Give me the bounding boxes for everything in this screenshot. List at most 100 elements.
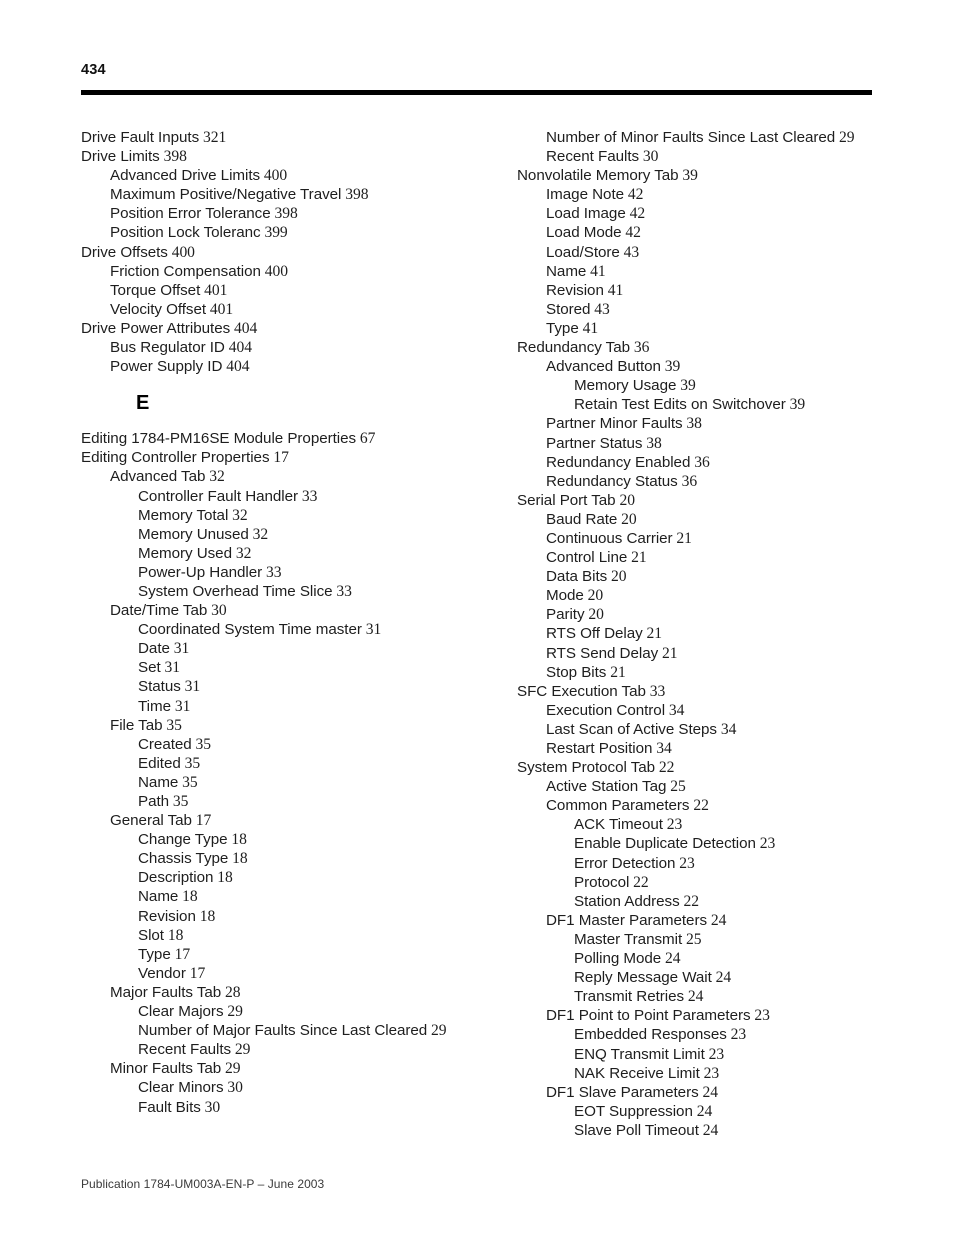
index-entry-label: Clear Minors	[138, 1079, 224, 1097]
index-entry-page: 35	[162, 716, 182, 734]
index-entry-page: 41	[586, 262, 606, 280]
index-entry-label: Position Lock Toleranc	[110, 224, 261, 242]
index-entry: Memory Usage 39	[517, 376, 917, 395]
index-entry: Maximum Positive/Negative Travel 398	[81, 185, 481, 204]
index-entry: Change Type 18	[81, 830, 481, 849]
index-entry-label: ACK Timeout	[574, 816, 663, 834]
index-entry-page: 39	[676, 377, 696, 395]
index-entry-label: Edited	[138, 754, 181, 772]
index-entry-label: Continuous Carrier	[546, 529, 673, 547]
index-entry-label: Serial Port Tab	[517, 491, 616, 509]
section-letter-heading: E	[136, 392, 150, 415]
index-entry: Date/Time Tab 30	[81, 601, 481, 620]
index-entry-page: 31	[169, 640, 190, 658]
index-entry-page: 23	[662, 816, 683, 834]
index-entry-page: 30	[207, 602, 227, 620]
index-entry: Editing Controller Properties 17	[81, 448, 481, 467]
index-entry-page: 35	[191, 735, 212, 753]
index-entry-label: ENQ Transmit Limit	[574, 1045, 705, 1063]
index-entry-label: Redundancy Tab	[517, 339, 631, 357]
index-entry: Execution Control 34	[517, 701, 917, 720]
index-entry: File Tab 35	[81, 716, 481, 735]
index-entry: Controller Fault Handler 33	[81, 487, 481, 506]
index-entry-label: Station Address	[574, 892, 680, 910]
index-entry: Control Line 21	[517, 548, 917, 567]
index-column-right: Number of Minor Faults Since Last Cleare…	[517, 128, 917, 1140]
index-entry-page: 24	[707, 911, 727, 929]
index-entry-label: Stored	[546, 300, 591, 318]
index-entry-page: 18	[213, 869, 233, 887]
index-entry-label: Slot	[138, 926, 164, 944]
index-entry-label: Minor Faults Tab	[110, 1060, 222, 1078]
index-entry-page: 23	[704, 1045, 725, 1063]
index-entry-page: 18	[228, 850, 248, 868]
index-entry: Name 41	[517, 262, 917, 281]
index-entry: Baud Rate 20	[517, 510, 917, 529]
index-entry: Type 17	[81, 945, 481, 964]
index-entry-page: 18	[163, 926, 184, 944]
index-entry-label: Name	[138, 888, 179, 906]
index-entry-page: 30	[223, 1079, 243, 1097]
index-entry: Embedded Responses 23	[517, 1025, 917, 1044]
index-entry-page: 22	[679, 892, 699, 910]
index-entry-label: Last Scan of Active Steps	[546, 720, 717, 738]
index-entry: Name 35	[81, 773, 481, 792]
index-entry: Power Supply ID 404	[81, 357, 481, 376]
index-entry-label: Drive Power Attributes	[81, 319, 231, 337]
index-entry-page: 33	[298, 487, 318, 505]
index-entry: RTS Off Delay 21	[517, 624, 917, 643]
index-entry-label: Power-Up Handler	[138, 563, 263, 581]
index-entry-label: Friction Compensation	[110, 262, 261, 280]
index-entry: Drive Power Attributes 404	[81, 319, 481, 338]
index-entry-label: Position Error Tolerance	[110, 205, 271, 223]
index-entry-page: 33	[645, 682, 666, 700]
index-entry: Stop Bits 21	[517, 663, 917, 682]
index-entry-label: Vendor	[138, 964, 186, 982]
index-entry: Redundancy Status 36	[517, 472, 917, 491]
index-entry-label: Power Supply ID	[110, 358, 223, 376]
index-entry-label: Slave Poll Timeout	[574, 1121, 699, 1139]
index-entry-label: Parity	[546, 606, 585, 624]
index-entry: Drive Offsets 400	[81, 243, 481, 262]
index-entry-label: SFC Execution Tab	[517, 682, 646, 700]
index-entry-group-d: Drive Fault Inputs 321 Drive Limits 398 Ad…	[81, 128, 481, 376]
index-entry-page: 23	[750, 1007, 770, 1025]
index-entry: Revision 18	[81, 907, 481, 926]
index-entry-label: NAK Receive Limit	[574, 1064, 700, 1082]
index-entry-label: DF1 Master Parameters	[546, 911, 707, 929]
index-entry-label: Memory Usage	[574, 377, 677, 395]
index-entry-label: Revision	[546, 281, 604, 299]
index-entry-page: 31	[180, 678, 201, 696]
index-entry-page: 32	[205, 468, 225, 486]
index-entry-label: Type	[138, 945, 171, 963]
index-entry-page: 41	[603, 281, 624, 299]
index-entry-label: Date	[138, 640, 170, 658]
index-entry-label: Type	[546, 319, 579, 337]
index-entry-label: Polling Mode	[574, 950, 662, 968]
index-entry-label: Maximum Positive/Negative Travel	[110, 186, 342, 204]
index-entry-label: Protocol	[574, 873, 630, 891]
index-entry-label: Transmit Retries	[574, 988, 685, 1006]
index-entry: ENQ Transmit Limit 23	[517, 1045, 917, 1064]
index-entry-page: 17	[191, 812, 212, 830]
index-entry: Drive Limits 398	[81, 147, 481, 166]
index-entry: Mode 20	[517, 586, 917, 605]
index-entry-label: System Protocol Tab	[517, 759, 656, 777]
index-entry-label: Retain Test Edits on Switchover	[574, 396, 786, 414]
index-entry-page: 401	[206, 300, 234, 318]
index-entry: Redundancy Enabled 36	[517, 453, 917, 472]
index-entry: Path 35	[81, 792, 481, 811]
index-entry-page: 399	[260, 224, 288, 242]
index-entry-page: 41	[578, 319, 599, 337]
index-entry-group-e: Editing 1784-PM16SE Module Properties 67…	[81, 429, 481, 1116]
index-entry-label: Coordinated System Time master	[138, 621, 362, 639]
index-entry-page: 23	[755, 835, 776, 853]
index-entry-label: Memory Total	[138, 506, 229, 524]
index-entry-page: 400	[260, 262, 288, 280]
index-entry: Image Note 42	[517, 185, 917, 204]
index-entry-label: Common Parameters	[546, 797, 690, 815]
index-entry-page: 29	[221, 1060, 241, 1078]
index-entry-page: 34	[665, 701, 685, 719]
index-entry-label: Advanced Drive Limits	[110, 167, 261, 185]
index-entry-page: 28	[221, 983, 241, 1001]
